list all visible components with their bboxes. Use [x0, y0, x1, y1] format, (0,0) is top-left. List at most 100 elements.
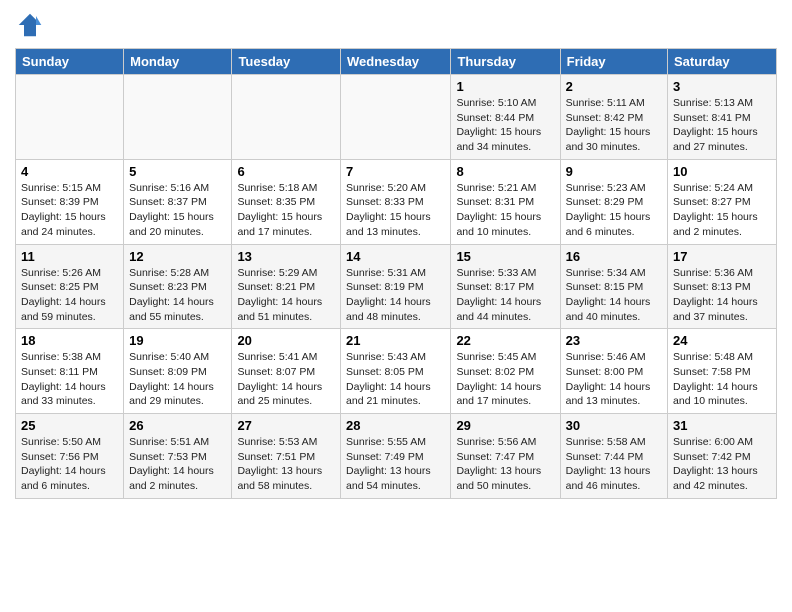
day-info: Sunrise: 5:53 AM Sunset: 7:51 PM Dayligh… — [237, 435, 335, 494]
day-number: 20 — [237, 333, 335, 348]
calendar-cell: 30Sunrise: 5:58 AM Sunset: 7:44 PM Dayli… — [560, 414, 667, 499]
day-number: 23 — [566, 333, 662, 348]
day-info: Sunrise: 5:41 AM Sunset: 8:07 PM Dayligh… — [237, 350, 335, 409]
day-info: Sunrise: 5:45 AM Sunset: 8:02 PM Dayligh… — [456, 350, 554, 409]
week-row-3: 11Sunrise: 5:26 AM Sunset: 8:25 PM Dayli… — [16, 244, 777, 329]
calendar-cell: 3Sunrise: 5:13 AM Sunset: 8:41 PM Daylig… — [668, 75, 777, 160]
day-info: Sunrise: 5:50 AM Sunset: 7:56 PM Dayligh… — [21, 435, 118, 494]
day-number: 19 — [129, 333, 226, 348]
calendar-table: SundayMondayTuesdayWednesdayThursdayFrid… — [15, 48, 777, 499]
day-number: 30 — [566, 418, 662, 433]
calendar-cell — [341, 75, 451, 160]
day-number: 8 — [456, 164, 554, 179]
day-info: Sunrise: 5:43 AM Sunset: 8:05 PM Dayligh… — [346, 350, 445, 409]
calendar-cell: 24 Sunrise: 5:48 AM Sunset: 7:58 PM Dayli… — [668, 329, 777, 414]
calendar-cell: 5 Sunrise: 5:16 AM Sunset: 8:37 PM Daylig… — [124, 159, 232, 244]
calendar-cell: 23 Sunrise: 5:46 AM Sunset: 8:00 PM Dayli… — [560, 329, 667, 414]
calendar-cell: 8 Sunrise: 5:21 AM Sunset: 8:31 PM Daylig… — [451, 159, 560, 244]
day-number: 24 — [673, 333, 771, 348]
calendar-cell: 6 Sunrise: 5:18 AM Sunset: 8:35 PM Daylig… — [232, 159, 341, 244]
header-day-thursday: Thursday — [451, 49, 560, 75]
calendar-cell — [124, 75, 232, 160]
day-number: 10 — [673, 164, 771, 179]
week-row-2: 4Sunrise: 5:15 AM Sunset: 8:39 PM Daylig… — [16, 159, 777, 244]
day-info: Sunrise: 5:24 AM Sunset: 8:27 PM Dayligh… — [673, 181, 771, 240]
day-info: Sunrise: 5:20 AM Sunset: 8:33 PM Dayligh… — [346, 181, 445, 240]
day-info: Sunrise: 5:55 AM Sunset: 7:49 PM Dayligh… — [346, 435, 445, 494]
day-number: 28 — [346, 418, 445, 433]
day-number: 1 — [456, 79, 554, 94]
week-row-4: 18 Sunrise: 5:38 AM Sunset: 8:11 PM Dayli… — [16, 329, 777, 414]
calendar-cell: 17 Sunrise: 5:36 AM Sunset: 8:13 PM Dayli… — [668, 244, 777, 329]
day-number: 6 — [237, 164, 335, 179]
day-number: 25 — [21, 418, 118, 433]
day-info: Sunrise: 5:46 AM Sunset: 8:00 PM Dayligh… — [566, 350, 662, 409]
calendar-cell: 31Sunrise: 6:00 AM Sunset: 7:42 PM Dayli… — [668, 414, 777, 499]
day-info: Sunrise: 5:48 AM Sunset: 7:58 PM Dayligh… — [673, 350, 771, 409]
day-info: Sunrise: 5:23 AM Sunset: 8:29 PM Dayligh… — [566, 181, 662, 240]
calendar-cell: 21 Sunrise: 5:43 AM Sunset: 8:05 PM Dayli… — [341, 329, 451, 414]
calendar-cell: 14 Sunrise: 5:31 AM Sunset: 8:19 PM Dayli… — [341, 244, 451, 329]
day-info: Sunrise: 5:38 AM Sunset: 8:11 PM Dayligh… — [21, 350, 118, 409]
calendar-cell: 2 Sunrise: 5:11 AM Sunset: 8:42 PM Daylig… — [560, 75, 667, 160]
calendar-cell: 20 Sunrise: 5:41 AM Sunset: 8:07 PM Dayli… — [232, 329, 341, 414]
day-number: 14 — [346, 249, 445, 264]
header-day-friday: Friday — [560, 49, 667, 75]
day-number: 7 — [346, 164, 445, 179]
header-day-saturday: Saturday — [668, 49, 777, 75]
day-number: 31 — [673, 418, 771, 433]
calendar-cell: 29Sunrise: 5:56 AM Sunset: 7:47 PM Dayli… — [451, 414, 560, 499]
week-row-5: 25 Sunrise: 5:50 AM Sunset: 7:56 PM Dayli… — [16, 414, 777, 499]
header-day-tuesday: Tuesday — [232, 49, 341, 75]
day-number: 4 — [21, 164, 118, 179]
day-number: 12 — [129, 249, 226, 264]
day-info: Sunrise: 5:16 AM Sunset: 8:37 PM Dayligh… — [129, 181, 226, 240]
header-day-sunday: Sunday — [16, 49, 124, 75]
calendar-cell: 16 Sunrise: 5:34 AM Sunset: 8:15 PM Dayli… — [560, 244, 667, 329]
calendar-cell: 28 Sunrise: 5:55 AM Sunset: 7:49 PM Dayli… — [341, 414, 451, 499]
day-number: 13 — [237, 249, 335, 264]
day-number: 21 — [346, 333, 445, 348]
day-info: Sunrise: 5:11 AM Sunset: 8:42 PM Dayligh… — [566, 96, 662, 155]
day-info: Sunrise: 5:36 AM Sunset: 8:13 PM Dayligh… — [673, 266, 771, 325]
day-number: 3 — [673, 79, 771, 94]
calendar-cell — [232, 75, 341, 160]
day-number: 17 — [673, 249, 771, 264]
calendar-cell: 19 Sunrise: 5:40 AM Sunset: 8:09 PM Dayli… — [124, 329, 232, 414]
calendar-cell: 10 Sunrise: 5:24 AM Sunset: 8:27 PM Dayli… — [668, 159, 777, 244]
calendar-cell: 4Sunrise: 5:15 AM Sunset: 8:39 PM Daylig… — [16, 159, 124, 244]
day-number: 22 — [456, 333, 554, 348]
calendar-cell: 7 Sunrise: 5:20 AM Sunset: 8:33 PM Daylig… — [341, 159, 451, 244]
header-day-wednesday: Wednesday — [341, 49, 451, 75]
header — [15, 10, 777, 40]
day-number: 2 — [566, 79, 662, 94]
day-info: Sunrise: 5:34 AM Sunset: 8:15 PM Dayligh… — [566, 266, 662, 325]
calendar-cell: 9 Sunrise: 5:23 AM Sunset: 8:29 PM Daylig… — [560, 159, 667, 244]
calendar-cell: 25 Sunrise: 5:50 AM Sunset: 7:56 PM Dayli… — [16, 414, 124, 499]
calendar-cell: 27 Sunrise: 5:53 AM Sunset: 7:51 PM Dayli… — [232, 414, 341, 499]
day-number: 27 — [237, 418, 335, 433]
calendar-cell: 15Sunrise: 5:33 AM Sunset: 8:17 PM Dayli… — [451, 244, 560, 329]
day-number: 18 — [21, 333, 118, 348]
day-info: Sunrise: 5:29 AM Sunset: 8:21 PM Dayligh… — [237, 266, 335, 325]
day-info: Sunrise: 5:51 AM Sunset: 7:53 PM Dayligh… — [129, 435, 226, 494]
day-info: Sunrise: 5:40 AM Sunset: 8:09 PM Dayligh… — [129, 350, 226, 409]
calendar-cell — [16, 75, 124, 160]
day-info: Sunrise: 5:21 AM Sunset: 8:31 PM Dayligh… — [456, 181, 554, 240]
calendar-cell: 18 Sunrise: 5:38 AM Sunset: 8:11 PM Dayli… — [16, 329, 124, 414]
day-number: 5 — [129, 164, 226, 179]
header-day-monday: Monday — [124, 49, 232, 75]
day-info: Sunrise: 5:31 AM Sunset: 8:19 PM Dayligh… — [346, 266, 445, 325]
day-number: 9 — [566, 164, 662, 179]
calendar-cell: 11Sunrise: 5:26 AM Sunset: 8:25 PM Dayli… — [16, 244, 124, 329]
day-info: Sunrise: 5:10 AM Sunset: 8:44 PM Dayligh… — [456, 96, 554, 155]
page: SundayMondayTuesdayWednesdayThursdayFrid… — [0, 0, 792, 509]
day-number: 26 — [129, 418, 226, 433]
calendar-cell: 26 Sunrise: 5:51 AM Sunset: 7:53 PM Dayli… — [124, 414, 232, 499]
calendar-cell: 1 Sunrise: 5:10 AM Sunset: 8:44 PM Daylig… — [451, 75, 560, 160]
calendar-header: SundayMondayTuesdayWednesdayThursdayFrid… — [16, 49, 777, 75]
day-info: Sunrise: 5:56 AM Sunset: 7:47 PM Dayligh… — [456, 435, 554, 494]
day-number: 16 — [566, 249, 662, 264]
day-info: Sunrise: 5:18 AM Sunset: 8:35 PM Dayligh… — [237, 181, 335, 240]
day-number: 11 — [21, 249, 118, 264]
